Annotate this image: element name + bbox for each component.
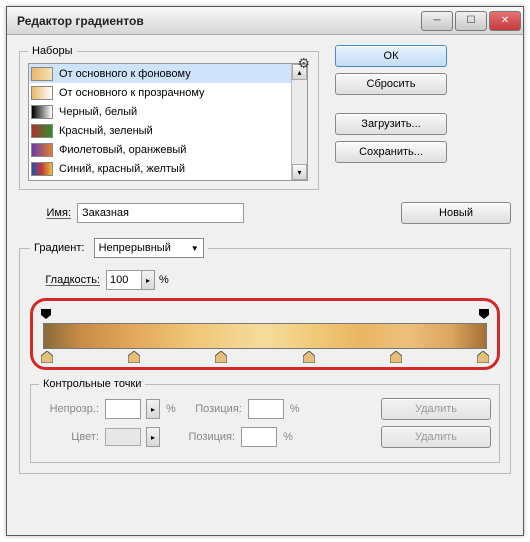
gear-icon[interactable]: ⚙ bbox=[297, 55, 310, 72]
window-title: Редактор градиентов bbox=[17, 14, 144, 28]
color-stop[interactable] bbox=[41, 351, 53, 363]
preset-item[interactable]: Фиолетовый, оранжевый bbox=[29, 140, 291, 159]
preset-swatch bbox=[31, 143, 53, 157]
gradient-bar[interactable] bbox=[43, 323, 487, 349]
delete-opacity-stop-button: Удалить bbox=[381, 398, 491, 420]
position-label: Позиция: bbox=[175, 431, 235, 443]
smoothness-label: Гладкость: bbox=[30, 274, 100, 286]
preset-item[interactable]: Синий, красный, желтый bbox=[29, 159, 291, 178]
opacity-position-input bbox=[248, 399, 284, 419]
preset-label: Синий, красный, желтый bbox=[59, 163, 185, 175]
preset-swatch bbox=[31, 67, 53, 81]
smoothness-stepper[interactable]: ▸ bbox=[141, 270, 155, 290]
ok-button[interactable]: ОК bbox=[335, 45, 447, 67]
color-picker-arrow: ▸ bbox=[146, 427, 160, 447]
maximize-button[interactable]: ☐ bbox=[455, 11, 487, 31]
load-button[interactable]: Загрузить... bbox=[335, 113, 447, 135]
position-label: Позиция: bbox=[182, 403, 242, 415]
color-stop[interactable] bbox=[128, 351, 140, 363]
name-input[interactable]: Заказная bbox=[77, 203, 244, 223]
smoothness-unit: % bbox=[159, 274, 169, 286]
preset-label: Красный, зеленый bbox=[59, 125, 153, 137]
preset-item[interactable]: Черный, белый bbox=[29, 102, 291, 121]
gradient-bar-highlight bbox=[30, 298, 500, 370]
color-stop[interactable] bbox=[477, 351, 489, 363]
new-button[interactable]: Новый bbox=[401, 202, 511, 224]
color-swatch bbox=[105, 428, 141, 446]
preset-item[interactable]: От основного к прозрачному bbox=[29, 83, 291, 102]
gradient-type-combo[interactable]: Непрерывный ▼ bbox=[94, 238, 204, 258]
gradient-group: Градиент: Непрерывный ▼ Гладкость: 100 ▸… bbox=[19, 238, 511, 474]
reset-button[interactable]: Сбросить bbox=[335, 73, 447, 95]
gradient-editor-window: Редактор градиентов ─ ☐ ✕ Наборы ⚙ От ос… bbox=[6, 6, 524, 536]
color-position-input bbox=[241, 427, 277, 447]
preset-list[interactable]: От основного к фоновому От основного к пр… bbox=[28, 63, 308, 181]
dialog-buttons: ОК Сбросить Загрузить... Сохранить... bbox=[335, 45, 447, 190]
color-stop[interactable] bbox=[303, 351, 315, 363]
preset-scrollbar[interactable]: ▴ ▾ bbox=[291, 64, 307, 180]
opacity-stop[interactable] bbox=[479, 309, 489, 319]
opacity-input bbox=[105, 399, 141, 419]
control-points-legend: Контрольные точки bbox=[39, 378, 145, 390]
opacity-stops-row bbox=[39, 309, 491, 321]
color-stop[interactable] bbox=[390, 351, 402, 363]
preset-label: От основного к фоновому bbox=[59, 68, 191, 80]
preset-item[interactable]: Красный, зеленый bbox=[29, 121, 291, 140]
preset-swatch bbox=[31, 124, 53, 138]
color-label: Цвет: bbox=[39, 431, 99, 443]
delete-color-stop-button: Удалить bbox=[381, 426, 491, 448]
save-button[interactable]: Сохранить... bbox=[335, 141, 447, 163]
presets-group: Наборы ⚙ От основного к фоновомуОт основ… bbox=[19, 45, 319, 190]
scroll-track[interactable] bbox=[292, 80, 307, 164]
preset-item[interactable]: От основного к фоновому bbox=[29, 64, 291, 83]
gradient-type-label: Градиент: bbox=[34, 242, 84, 254]
close-button[interactable]: ✕ bbox=[489, 11, 521, 31]
opacity-stepper: ▸ bbox=[146, 399, 160, 419]
presets-legend: Наборы bbox=[28, 45, 77, 57]
minimize-button[interactable]: ─ bbox=[421, 11, 453, 31]
name-label: Имя: bbox=[19, 207, 71, 219]
control-points-group: Контрольные точки Непрозр.: ▸ % Позиция:… bbox=[30, 378, 500, 463]
opacity-label: Непрозр.: bbox=[39, 403, 99, 415]
preset-label: От основного к прозрачному bbox=[59, 87, 205, 99]
preset-label: Фиолетовый, оранжевый bbox=[59, 144, 186, 156]
preset-label: Черный, белый bbox=[59, 106, 137, 118]
color-stop[interactable] bbox=[215, 351, 227, 363]
opacity-stop[interactable] bbox=[41, 309, 51, 319]
preset-swatch bbox=[31, 162, 53, 176]
smoothness-input[interactable]: 100 bbox=[106, 270, 142, 290]
scroll-down-button[interactable]: ▾ bbox=[292, 164, 307, 180]
preset-swatch bbox=[31, 86, 53, 100]
titlebar[interactable]: Редактор градиентов ─ ☐ ✕ bbox=[7, 7, 523, 35]
chevron-down-icon: ▼ bbox=[191, 244, 199, 253]
preset-swatch bbox=[31, 105, 53, 119]
color-stops-row bbox=[39, 351, 491, 365]
